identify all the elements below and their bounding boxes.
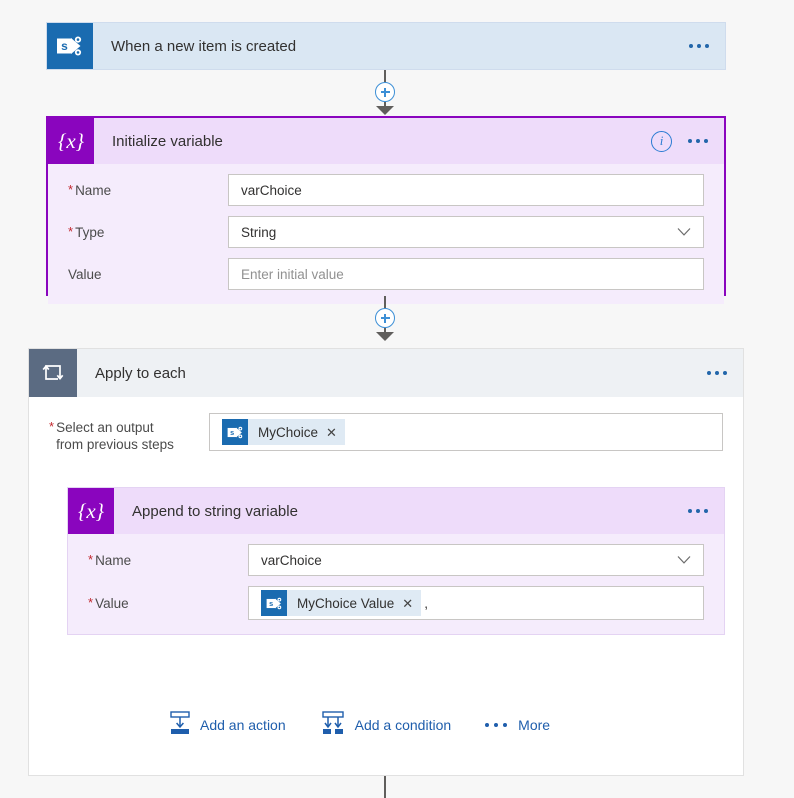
- trigger-card-header[interactable]: s When a new item is created: [47, 23, 725, 69]
- initialize-variable-header[interactable]: {x} Initialize variable i: [48, 118, 724, 164]
- append-value-input[interactable]: s MyChoice Value ✕ ,: [248, 586, 704, 620]
- variable-icon-glyph: {x}: [57, 128, 85, 153]
- trigger-card-when-a-new-item-is-created[interactable]: s When a new item is created: [46, 22, 726, 70]
- add-a-condition-button[interactable]: Add a condition: [320, 711, 452, 738]
- field-label-value: Value: [68, 266, 228, 283]
- sharepoint-icon: s: [47, 23, 93, 69]
- connector-arrow-1: [376, 106, 394, 115]
- sharepoint-icon: s: [261, 590, 287, 616]
- insert-step-button-2[interactable]: [375, 308, 395, 328]
- initialize-variable-title: Initialize variable: [112, 132, 223, 150]
- add-condition-icon: [320, 711, 346, 738]
- add-action-icon: [169, 711, 191, 738]
- variable-icon: {x}: [48, 118, 94, 164]
- required-marker: *: [88, 594, 94, 610]
- close-icon[interactable]: ✕: [326, 426, 337, 439]
- token-label: MyChoice: [258, 424, 319, 440]
- field-row-append-value: * Value s MyChoice Value ✕ ,: [88, 586, 704, 620]
- svg-text:s: s: [269, 598, 273, 607]
- chevron-down-icon: [677, 225, 691, 240]
- field-label-name-text: Name: [75, 182, 112, 198]
- append-variable-header-actions: [688, 509, 724, 513]
- append-variable-title: Append to string variable: [132, 502, 298, 520]
- insert-step-button-1[interactable]: [375, 82, 395, 102]
- chevron-down-icon: [677, 553, 691, 568]
- variable-icon-glyph: {x}: [77, 498, 105, 523]
- type-dropdown-value: String: [241, 224, 277, 240]
- loop-icon: [29, 349, 77, 397]
- select-output-input[interactable]: s MyChoice ✕: [209, 413, 723, 451]
- scope-card-apply-to-each[interactable]: Apply to each * Select an output from pr…: [28, 348, 744, 776]
- append-name-value: varChoice: [261, 552, 322, 568]
- token-label: MyChoice Value: [297, 595, 395, 611]
- select-output-label-line1: Select an output: [56, 420, 154, 435]
- select-output-label-line2: from previous steps: [56, 437, 174, 452]
- type-dropdown[interactable]: String: [228, 216, 704, 248]
- trigger-title: When a new item is created: [111, 37, 297, 55]
- field-label-type-text: Type: [75, 224, 105, 240]
- more-label: More: [518, 716, 551, 733]
- required-marker: *: [68, 223, 74, 239]
- required-marker: *: [88, 551, 94, 567]
- apply-to-each-header-actions: [707, 371, 743, 375]
- more-button[interactable]: More: [485, 717, 550, 733]
- append-variable-header[interactable]: {x} Append to string variable: [68, 488, 724, 534]
- sharepoint-icon: s: [222, 419, 248, 445]
- append-name-dropdown[interactable]: varChoice: [248, 544, 704, 576]
- add-an-action-label: Add an action: [200, 716, 286, 733]
- connector-arrow-2: [376, 332, 394, 341]
- append-variable-body: * Name varChoice * Value s MyChoice Valu…: [68, 534, 724, 634]
- ellipsis-icon: [485, 722, 508, 727]
- field-row-name: * Name varChoice: [68, 174, 704, 206]
- initialize-variable-menu-button[interactable]: [688, 139, 708, 143]
- add-a-condition-label: Add a condition: [354, 716, 452, 733]
- value-input[interactable]: Enter initial value: [228, 258, 704, 290]
- connector-line-1: [384, 70, 386, 82]
- svg-text:s: s: [230, 427, 234, 436]
- field-row-type: * Type String: [68, 216, 704, 248]
- flow-designer-canvas: s When a new item is created {x} Initial…: [0, 0, 794, 798]
- token-chip-mychoice-value[interactable]: s MyChoice Value ✕: [261, 590, 422, 616]
- initialize-variable-body: * Name varChoice * Type String Value Ent…: [48, 164, 724, 304]
- value-input-placeholder: Enter initial value: [241, 266, 344, 282]
- trigger-header-actions: [689, 44, 725, 48]
- required-marker: *: [68, 181, 74, 197]
- token-chip-mychoice[interactable]: s MyChoice ✕: [222, 419, 345, 445]
- trigger-menu-button[interactable]: [689, 44, 709, 48]
- field-label-name: * Name: [68, 182, 228, 199]
- field-label-select-output: * Select an output from previous steps: [49, 413, 209, 453]
- field-label-append-name: * Name: [88, 552, 248, 569]
- field-label-append-value: * Value: [88, 595, 248, 612]
- field-label-append-name-text: Name: [95, 552, 132, 568]
- append-value-trailing-text: ,: [424, 595, 428, 611]
- field-row-append-name: * Name varChoice: [88, 544, 704, 576]
- field-label-value-text: Value: [68, 266, 102, 282]
- action-card-initialize-variable[interactable]: {x} Initialize variable i * Name varChoi…: [46, 116, 726, 304]
- connector-line-2: [384, 296, 386, 308]
- initialize-variable-header-actions: i: [651, 130, 724, 152]
- field-row-value: Value Enter initial value: [68, 258, 704, 290]
- field-label-append-value-text: Value: [95, 595, 129, 611]
- action-card-append-to-string-variable[interactable]: {x} Append to string variable * Name var…: [67, 487, 725, 635]
- apply-to-each-menu-button[interactable]: [707, 371, 727, 375]
- svg-text:s: s: [61, 39, 68, 53]
- close-icon[interactable]: ✕: [402, 597, 413, 610]
- field-row-select-output: * Select an output from previous steps s: [49, 413, 723, 453]
- required-marker: *: [49, 419, 55, 434]
- apply-to-each-header[interactable]: Apply to each: [29, 349, 743, 397]
- name-input[interactable]: varChoice: [228, 174, 704, 206]
- append-variable-menu-button[interactable]: [688, 509, 708, 513]
- field-label-type: * Type: [68, 224, 228, 241]
- name-input-value: varChoice: [241, 182, 302, 198]
- info-icon[interactable]: i: [651, 130, 672, 152]
- apply-to-each-title: Apply to each: [95, 364, 186, 382]
- add-an-action-button[interactable]: Add an action: [169, 711, 286, 738]
- apply-to-each-body: * Select an output from previous steps s: [29, 397, 743, 635]
- variable-icon: {x}: [68, 488, 114, 534]
- connector-line-3: [384, 776, 386, 798]
- apply-to-each-action-bar: Add an action Add a condition More: [169, 711, 550, 738]
